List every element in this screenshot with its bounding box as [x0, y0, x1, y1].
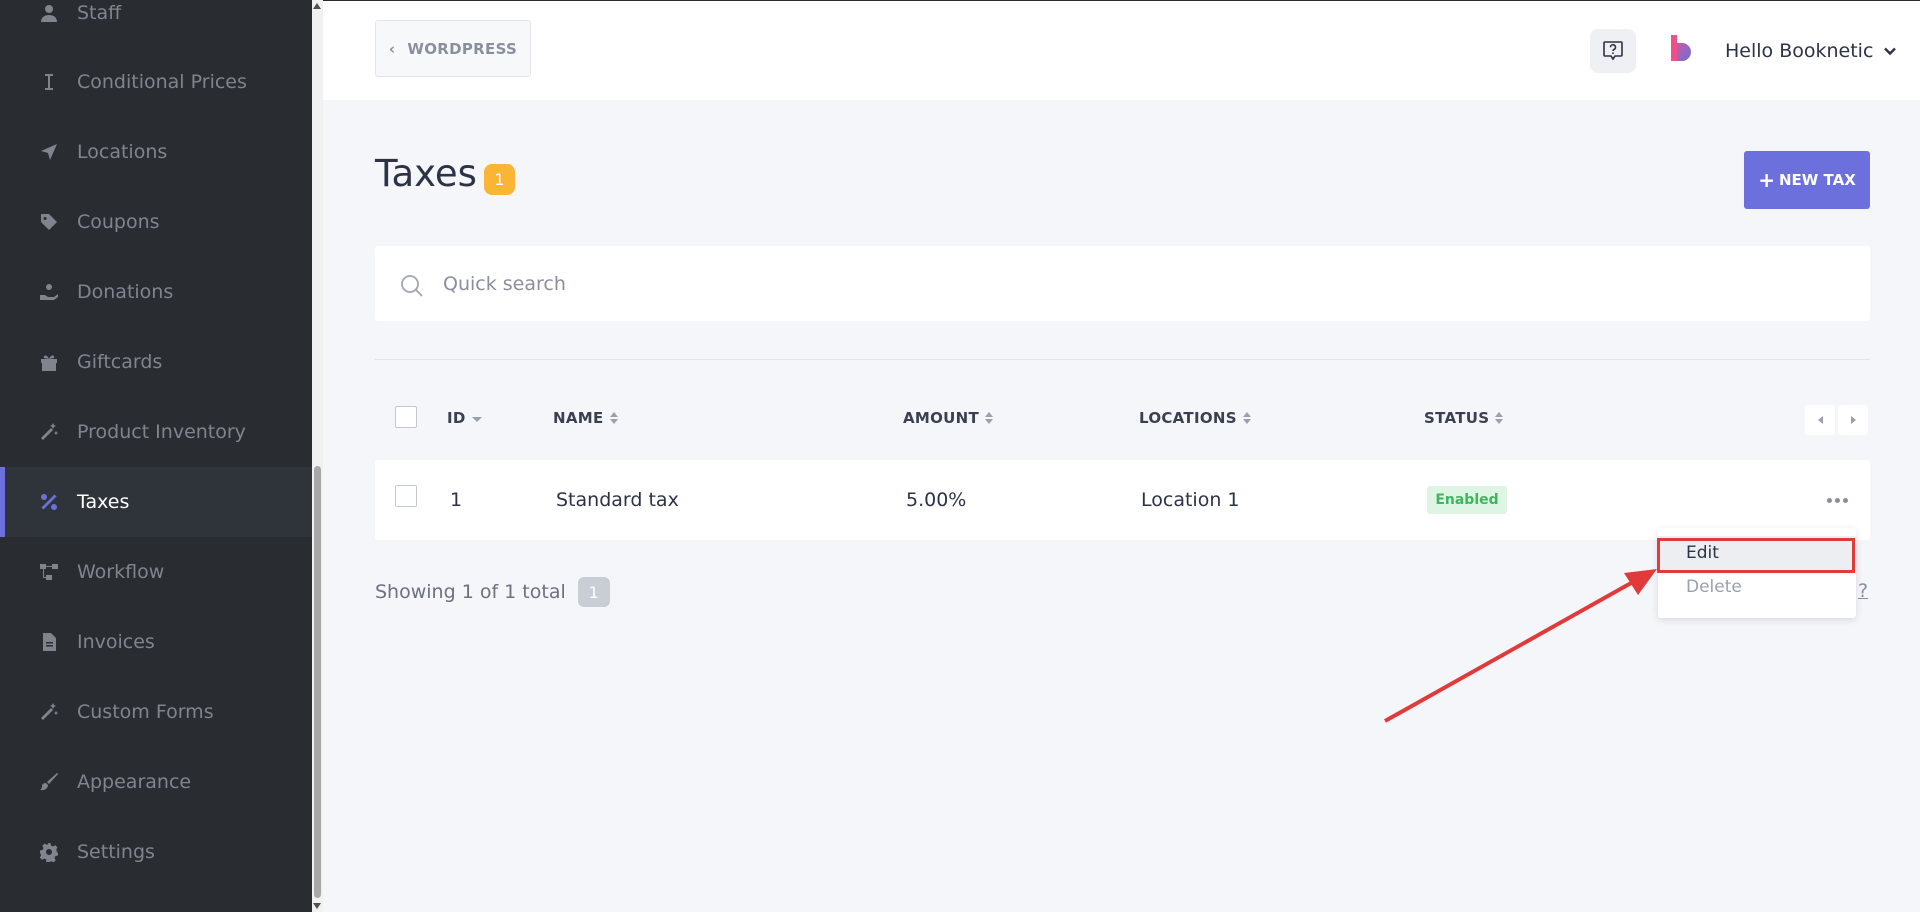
user-greeting: Hello Booknetic [1725, 40, 1874, 62]
column-header-name[interactable]: NAME [553, 408, 618, 428]
sort-icon [1242, 412, 1251, 424]
chevron-left-icon: ‹ [388, 39, 396, 58]
sidebar-item-label: Taxes [77, 491, 130, 513]
column-header-label: STATUS [1424, 409, 1490, 427]
status-badge: Enabled [1427, 486, 1507, 514]
select-all-checkbox[interactable] [395, 406, 417, 428]
sidebar-item-label: Staff [77, 2, 122, 24]
sidebar-item-product-inventory[interactable]: Product Inventory [0, 397, 312, 467]
back-to-wordpress-button[interactable]: ‹ WORDPRESS [375, 20, 531, 77]
magic-wand-icon [38, 701, 60, 723]
sidebar-item-label: Product Inventory [77, 421, 246, 443]
pagination-info: Showing 1 of 1 total 1 [375, 577, 610, 607]
cell-locations: Location 1 [1141, 489, 1240, 511]
plus-icon: + [1758, 168, 1775, 192]
help-button[interactable] [1590, 29, 1636, 73]
scroll-down-arrow-icon[interactable] [313, 903, 321, 909]
column-header-id[interactable]: ID [447, 408, 482, 428]
sidebar: Staff Conditional Prices Locations Coupo… [0, 0, 312, 912]
back-to-wordpress-label: WORDPRESS [407, 39, 518, 58]
menu-item-delete[interactable]: Delete [1658, 570, 1856, 604]
sidebar-item-label: Locations [77, 141, 168, 163]
percent-icon [38, 491, 60, 513]
sort-icon [609, 412, 618, 424]
user-menu[interactable]: Hello Booknetic [1725, 37, 1897, 65]
menu-item-edit[interactable]: Edit [1658, 536, 1856, 570]
row-checkbox[interactable] [395, 485, 417, 507]
gift-icon [38, 351, 60, 373]
chevron-down-icon [1884, 47, 1897, 56]
sidebar-item-appearance[interactable]: Appearance [0, 747, 312, 817]
sidebar-item-label: Workflow [77, 561, 165, 583]
sidebar-item-label: Coupons [77, 211, 160, 233]
new-tax-label: NEW TAX [1778, 171, 1856, 189]
search-icon [401, 275, 423, 297]
scroll-left-button[interactable] [1805, 405, 1835, 435]
sidebar-scrollbar[interactable] [312, 0, 323, 912]
sidebar-item-label: Appearance [77, 771, 192, 793]
booknetic-logo [1671, 35, 1691, 61]
sidebar-item-conditional-prices[interactable]: Conditional Prices [0, 47, 312, 117]
column-header-locations[interactable]: LOCATIONS [1139, 408, 1251, 428]
cell-id: 1 [450, 489, 463, 511]
workflow-icon [38, 561, 60, 583]
new-tax-button[interactable]: + NEW TAX [1744, 151, 1870, 209]
total-badge: 1 [577, 577, 610, 607]
sidebar-item-giftcards[interactable]: Giftcards [0, 327, 312, 397]
sidebar-item-settings[interactable]: Settings [0, 817, 312, 887]
sidebar-item-donations[interactable]: Donations [0, 257, 312, 327]
sort-icon [985, 412, 994, 424]
sidebar-item-custom-forms[interactable]: Custom Forms [0, 677, 312, 747]
more-horizontal-icon [1826, 497, 1848, 503]
column-header-label: AMOUNT [903, 409, 980, 427]
sidebar-item-coupons[interactable]: Coupons [0, 187, 312, 257]
help-chat-icon [1603, 41, 1623, 61]
sidebar-item-label: Invoices [77, 631, 155, 653]
sidebar-item-label: Custom Forms [77, 701, 214, 723]
search-box [375, 246, 1870, 321]
page-title: Taxes [375, 152, 477, 195]
sort-desc-icon [471, 417, 482, 422]
search-input[interactable] [443, 246, 1843, 321]
brush-icon [38, 771, 60, 793]
column-header-label: ID [447, 409, 466, 427]
sort-icon [1495, 412, 1504, 424]
help-link[interactable]: ? [1858, 580, 1868, 602]
scroll-up-arrow-icon[interactable] [313, 3, 321, 9]
cell-amount: 5.00% [906, 489, 967, 511]
divider [375, 359, 1870, 360]
caret-right-icon [1850, 416, 1856, 424]
caret-left-icon [1817, 416, 1823, 424]
hand-holding-icon [38, 281, 60, 303]
user-icon [38, 2, 60, 24]
column-header-label: LOCATIONS [1139, 409, 1237, 427]
file-icon [38, 631, 60, 653]
sidebar-item-label: Conditional Prices [77, 71, 247, 93]
column-header-label: NAME [553, 409, 604, 427]
column-header-amount[interactable]: AMOUNT [903, 408, 994, 428]
scrollbar-thumb[interactable] [314, 466, 321, 898]
magic-wand-icon [38, 421, 60, 443]
sidebar-item-label: Settings [77, 841, 155, 863]
location-arrow-icon [38, 141, 60, 163]
sidebar-item-locations[interactable]: Locations [0, 117, 312, 187]
sidebar-item-label: Donations [77, 281, 174, 303]
gear-icon [38, 841, 60, 863]
cell-name: Standard tax [556, 489, 679, 511]
sidebar-item-taxes[interactable]: Taxes [0, 467, 312, 537]
column-header-status[interactable]: STATUS [1424, 408, 1504, 428]
sidebar-item-workflow[interactable]: Workflow [0, 537, 312, 607]
sidebar-item-invoices[interactable]: Invoices [0, 607, 312, 677]
row-actions-menu: Edit Delete [1658, 528, 1856, 618]
sidebar-item-label: Giftcards [77, 351, 163, 373]
tag-icon [38, 211, 60, 233]
text-cursor-icon [38, 71, 60, 93]
row-actions-button[interactable] [1820, 490, 1854, 510]
count-badge: 1 [484, 164, 515, 195]
sidebar-item-staff[interactable]: Staff [0, 0, 312, 48]
showing-text: Showing 1 of 1 total [375, 581, 566, 603]
scroll-right-button[interactable] [1838, 405, 1868, 435]
